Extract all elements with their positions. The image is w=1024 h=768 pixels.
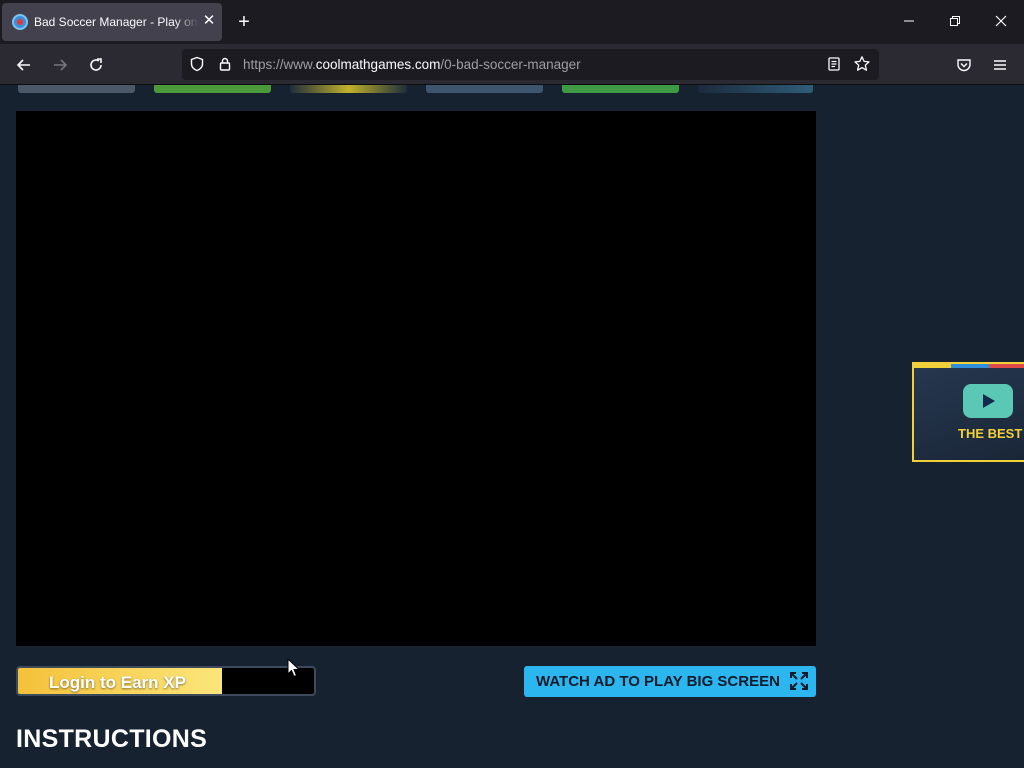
related-game-thumbnail[interactable] <box>562 85 679 93</box>
close-window-button[interactable] <box>987 8 1015 36</box>
new-tab-button[interactable]: + <box>232 10 256 34</box>
related-game-thumbnail[interactable] <box>290 85 407 93</box>
login-xp-button[interactable]: Login to Earn XP <box>16 666 316 696</box>
reload-button[interactable] <box>83 52 109 78</box>
app-menu-button[interactable] <box>987 52 1013 78</box>
ad-color-strip <box>914 364 1024 368</box>
browser-titlebar: Bad Soccer Manager - Play online ✕ + <box>0 0 1024 44</box>
page-content: Login to Earn XP WATCH AD TO PLAY BIG SC… <box>0 85 1024 768</box>
watch-ad-big-screen-button[interactable]: WATCH AD TO PLAY BIG SCREEN <box>524 666 816 697</box>
lock-icon[interactable] <box>216 55 234 73</box>
mouse-cursor-icon <box>287 658 301 678</box>
tracking-protection-shield-icon[interactable] <box>188 55 206 73</box>
forward-arrow-icon <box>54 59 68 71</box>
related-game-thumbnail[interactable] <box>154 85 271 93</box>
browser-tab[interactable]: Bad Soccer Manager - Play online ✕ <box>2 3 222 41</box>
close-tab-icon[interactable]: ✕ <box>201 13 217 29</box>
bookmark-star-icon[interactable] <box>853 55 871 73</box>
reload-icon <box>90 58 102 71</box>
xp-label: Login to Earn XP <box>49 673 186 692</box>
play-icon[interactable] <box>963 384 1013 418</box>
pocket-icon <box>957 59 971 72</box>
tab-title: Bad Soccer Manager - Play online <box>34 15 199 29</box>
restore-button[interactable] <box>941 8 969 36</box>
related-game-thumbnail[interactable] <box>18 85 135 93</box>
instructions-heading: INSTRUCTIONS <box>16 725 208 753</box>
forward-button[interactable] <box>47 52 73 78</box>
pocket-button[interactable] <box>951 52 977 78</box>
fullscreen-expand-icon <box>790 672 808 690</box>
coolmath-favicon-icon <box>12 14 28 30</box>
watch-ad-label: WATCH AD TO PLAY BIG SCREEN <box>536 673 780 690</box>
hamburger-menu-icon <box>994 60 1006 70</box>
browser-navbar: https://www.coolmathgames.com/0-bad-socc… <box>0 44 1024 85</box>
minimize-button[interactable] <box>895 8 923 36</box>
reader-view-icon[interactable] <box>825 55 843 73</box>
url-text: https://www.coolmathgames.com/0-bad-socc… <box>243 57 581 72</box>
url-bar[interactable]: https://www.coolmathgames.com/0-bad-socc… <box>182 49 879 80</box>
game-canvas[interactable] <box>16 111 816 646</box>
back-button[interactable] <box>11 52 37 78</box>
ad-headline: THE BEST <box>958 426 1023 441</box>
related-game-thumbnail[interactable] <box>426 85 543 93</box>
related-game-thumbnail[interactable] <box>698 85 813 93</box>
back-arrow-icon <box>16 59 30 71</box>
side-video-ad[interactable]: THE BEST <box>912 362 1024 462</box>
